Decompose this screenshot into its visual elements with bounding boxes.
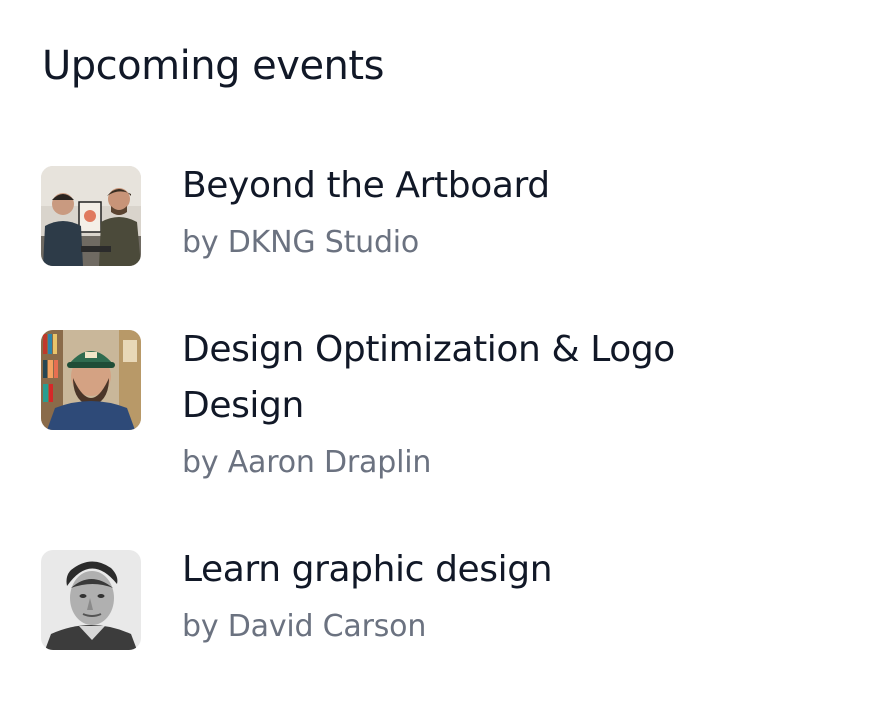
two-men-studio-photo: [41, 166, 141, 266]
event-author: by DKNG Studio: [182, 225, 420, 260]
section-title: Upcoming events: [42, 43, 384, 89]
event-thumbnail[interactable]: [41, 166, 141, 266]
bw-portrait-photo: [41, 550, 141, 650]
event-title[interactable]: Design Optimization & Logo Design: [182, 322, 742, 434]
event-author: by Aaron Draplin: [182, 445, 432, 480]
event-thumbnail[interactable]: [41, 330, 141, 430]
event-title[interactable]: Learn graphic design: [182, 542, 742, 598]
event-author: by David Carson: [182, 609, 427, 644]
bearded-man-cap-photo: [41, 330, 141, 430]
event-thumbnail[interactable]: [41, 550, 141, 650]
event-title[interactable]: Beyond the Artboard: [182, 158, 742, 214]
